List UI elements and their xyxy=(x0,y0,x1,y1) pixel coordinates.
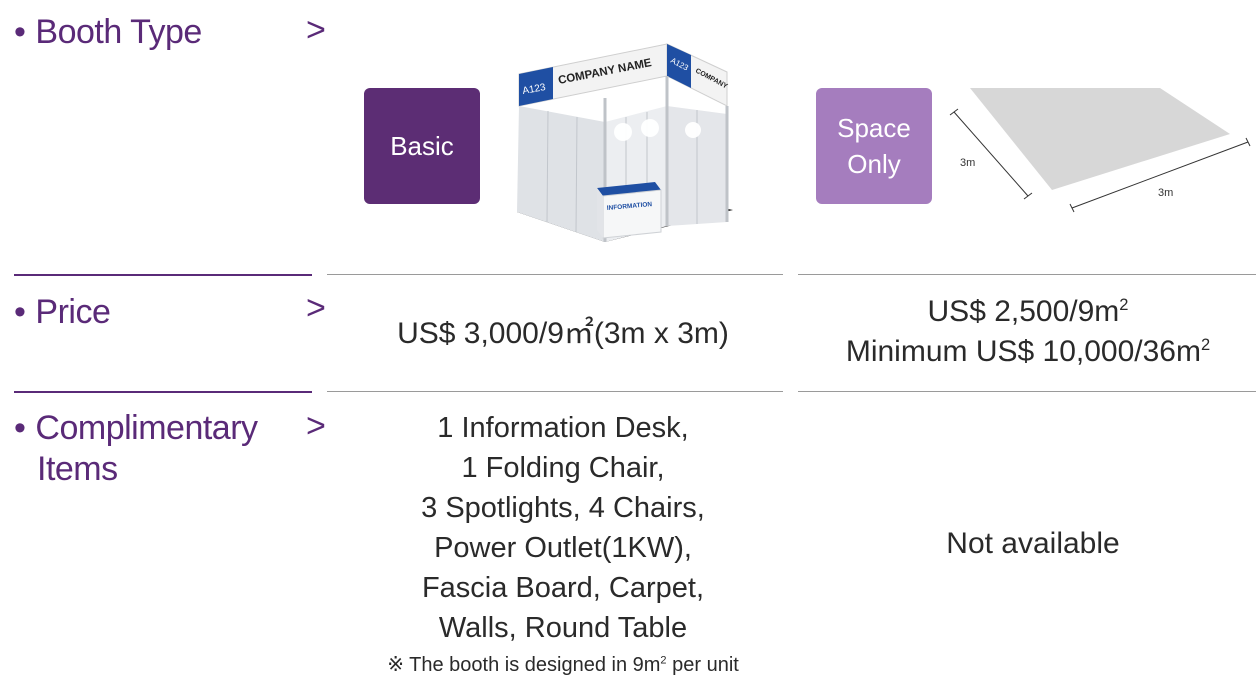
basic-tag: Basic xyxy=(364,88,480,204)
space-only-price: US$ 2,500/9m2 Minimum US$ 10,000/36m2 xyxy=(800,292,1256,372)
booth-note: ※ The booth is designed in 9m2 per unit xyxy=(387,654,739,676)
divider-purple xyxy=(14,391,312,393)
dimension-bottom: 3m xyxy=(1158,187,1173,199)
divider-gray xyxy=(327,391,783,392)
space-only-tag: Space Only xyxy=(816,88,932,204)
row-label-price: • Price xyxy=(14,293,111,331)
space-only-illustration: 3m 3m xyxy=(949,88,1251,213)
list-item: Fascia Board, Carpet, xyxy=(421,572,705,604)
space-only-price-line2: Minimum US$ 10,000/36m2 xyxy=(845,335,1211,368)
list-item: 1 Information Desk, xyxy=(437,412,689,444)
chevron-right-icon: > xyxy=(306,289,326,327)
list-item: 1 Folding Chair, xyxy=(461,452,665,484)
dimension-side: 3m xyxy=(960,157,975,169)
chevron-right-icon: > xyxy=(306,11,326,49)
row-label-booth-type: • Booth Type xyxy=(14,13,202,51)
divider-gray xyxy=(798,274,1256,275)
space-only-price-line1: US$ 2,500/9m2 xyxy=(927,295,1129,328)
space-only-items: Not available xyxy=(946,527,1120,560)
divider-gray xyxy=(327,274,783,275)
basic-price: US$ 3,000/9㎡(3m x 3m) xyxy=(397,317,729,350)
basic-booth-illustration: A123 COMPANY NAME A123 COMPANY INFORMATI… xyxy=(517,43,733,242)
information-desk xyxy=(602,189,662,239)
divider-purple xyxy=(14,274,312,276)
list-item: Walls, Round Table xyxy=(438,612,688,644)
booth-left-wall xyxy=(517,106,605,242)
list-item: 3 Spotlights, 4 Chairs, xyxy=(421,492,705,524)
chevron-right-icon: > xyxy=(306,407,326,445)
basic-items-list: 1 Information Desk, 1 Folding Chair, 3 S… xyxy=(327,408,799,648)
row-label-complimentary: • Complimentary xyxy=(14,409,258,447)
divider-gray xyxy=(798,391,1256,392)
row-label-complimentary-line2: Items xyxy=(37,450,118,488)
list-item: Power Outlet(1KW), xyxy=(434,532,692,564)
